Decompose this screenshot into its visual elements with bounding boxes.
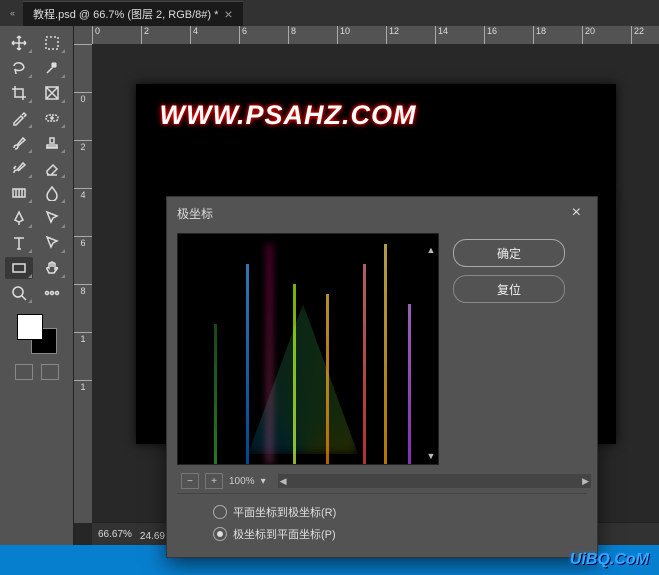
ruler-horizontal[interactable]: 02468101214161820222426	[92, 26, 659, 45]
zoom-tool[interactable]	[5, 282, 33, 304]
pen-tool[interactable]	[5, 207, 33, 229]
radio-label: 平面坐标到极坐标(R)	[233, 504, 336, 520]
tab-close-icon[interactable]: ×	[224, 9, 232, 19]
photoshop-window: « 教程.psd @ 66.7% (图层 2, RGB/8#) * ×	[0, 0, 659, 545]
radio-label: 极坐标到平面坐标(P)	[233, 526, 336, 542]
ruler-origin[interactable]	[74, 26, 93, 45]
stamp-tool[interactable]	[38, 132, 66, 154]
toolbox	[0, 26, 74, 545]
slice-tool[interactable]	[38, 82, 66, 104]
conversion-options: 平面坐标到极坐标(R) 极坐标到平面坐标(P)	[177, 493, 587, 542]
crop-tool[interactable]	[5, 82, 33, 104]
preview-vscroll[interactable]	[423, 245, 439, 461]
document-tab[interactable]: 教程.psd @ 66.7% (图层 2, RGB/8#) * ×	[23, 1, 243, 26]
eyedropper-tool[interactable]	[5, 107, 33, 129]
watermark-brand: UiBQ.CoM	[570, 551, 649, 569]
path-select-tool[interactable]	[38, 207, 66, 229]
tab-title: 教程.psd @ 66.7% (图层 2, RGB/8#) *	[33, 6, 218, 22]
more-tools[interactable]	[38, 282, 66, 304]
radio-icon	[213, 527, 227, 541]
healing-tool[interactable]	[38, 107, 66, 129]
standard-mode-button[interactable]	[15, 364, 33, 380]
radio-rect-to-polar[interactable]: 平面坐标到极坐标(R)	[213, 504, 573, 520]
eraser-tool[interactable]	[38, 157, 66, 179]
ok-button[interactable]: 确定	[453, 239, 565, 267]
gradient-tool[interactable]	[5, 182, 33, 204]
type-tool[interactable]	[5, 232, 33, 254]
dialog-close-button[interactable]: ×	[566, 202, 587, 224]
collapse-panels-icon[interactable]: «	[10, 8, 15, 18]
quickmask-mode-button[interactable]	[41, 364, 59, 380]
rectangle-tool[interactable]	[5, 257, 33, 279]
radio-icon	[213, 505, 227, 519]
zoom-in-button[interactable]: +	[205, 473, 223, 489]
zoom-out-button[interactable]: −	[181, 473, 199, 489]
marquee-tool[interactable]	[38, 32, 66, 54]
status-zoom[interactable]: 66.67%	[98, 529, 132, 540]
zoom-dropdown-icon[interactable]: ▾	[261, 476, 266, 487]
magic-wand-tool[interactable]	[38, 57, 66, 79]
blur-tool[interactable]	[38, 182, 66, 204]
foreground-swatch[interactable]	[17, 314, 43, 340]
radio-polar-to-rect[interactable]: 极坐标到平面坐标(P)	[213, 526, 573, 542]
filter-preview[interactable]	[177, 233, 439, 465]
lasso-tool[interactable]	[5, 57, 33, 79]
preview-zoom-value[interactable]: 100%	[229, 476, 255, 487]
hand-tool[interactable]	[38, 257, 66, 279]
move-tool[interactable]	[5, 32, 33, 54]
polar-coordinates-dialog: 极坐标 × 确定 复位	[166, 196, 598, 558]
ruler-vertical[interactable]: 0246811	[74, 44, 93, 523]
dialog-titlebar[interactable]: 极坐标 ×	[167, 197, 597, 229]
canvas-text: WWW.PSAHZ.COM	[160, 100, 417, 131]
color-swatches[interactable]	[17, 314, 57, 354]
history-brush-tool[interactable]	[5, 157, 33, 179]
brush-tool[interactable]	[5, 132, 33, 154]
dialog-title: 极坐标	[177, 205, 213, 222]
document-tabbar: « 教程.psd @ 66.7% (图层 2, RGB/8#) * ×	[0, 0, 659, 26]
preview-hscroll[interactable]: ◀▶	[278, 474, 591, 488]
direct-select-tool[interactable]	[38, 232, 66, 254]
reset-button[interactable]: 复位	[453, 275, 565, 303]
